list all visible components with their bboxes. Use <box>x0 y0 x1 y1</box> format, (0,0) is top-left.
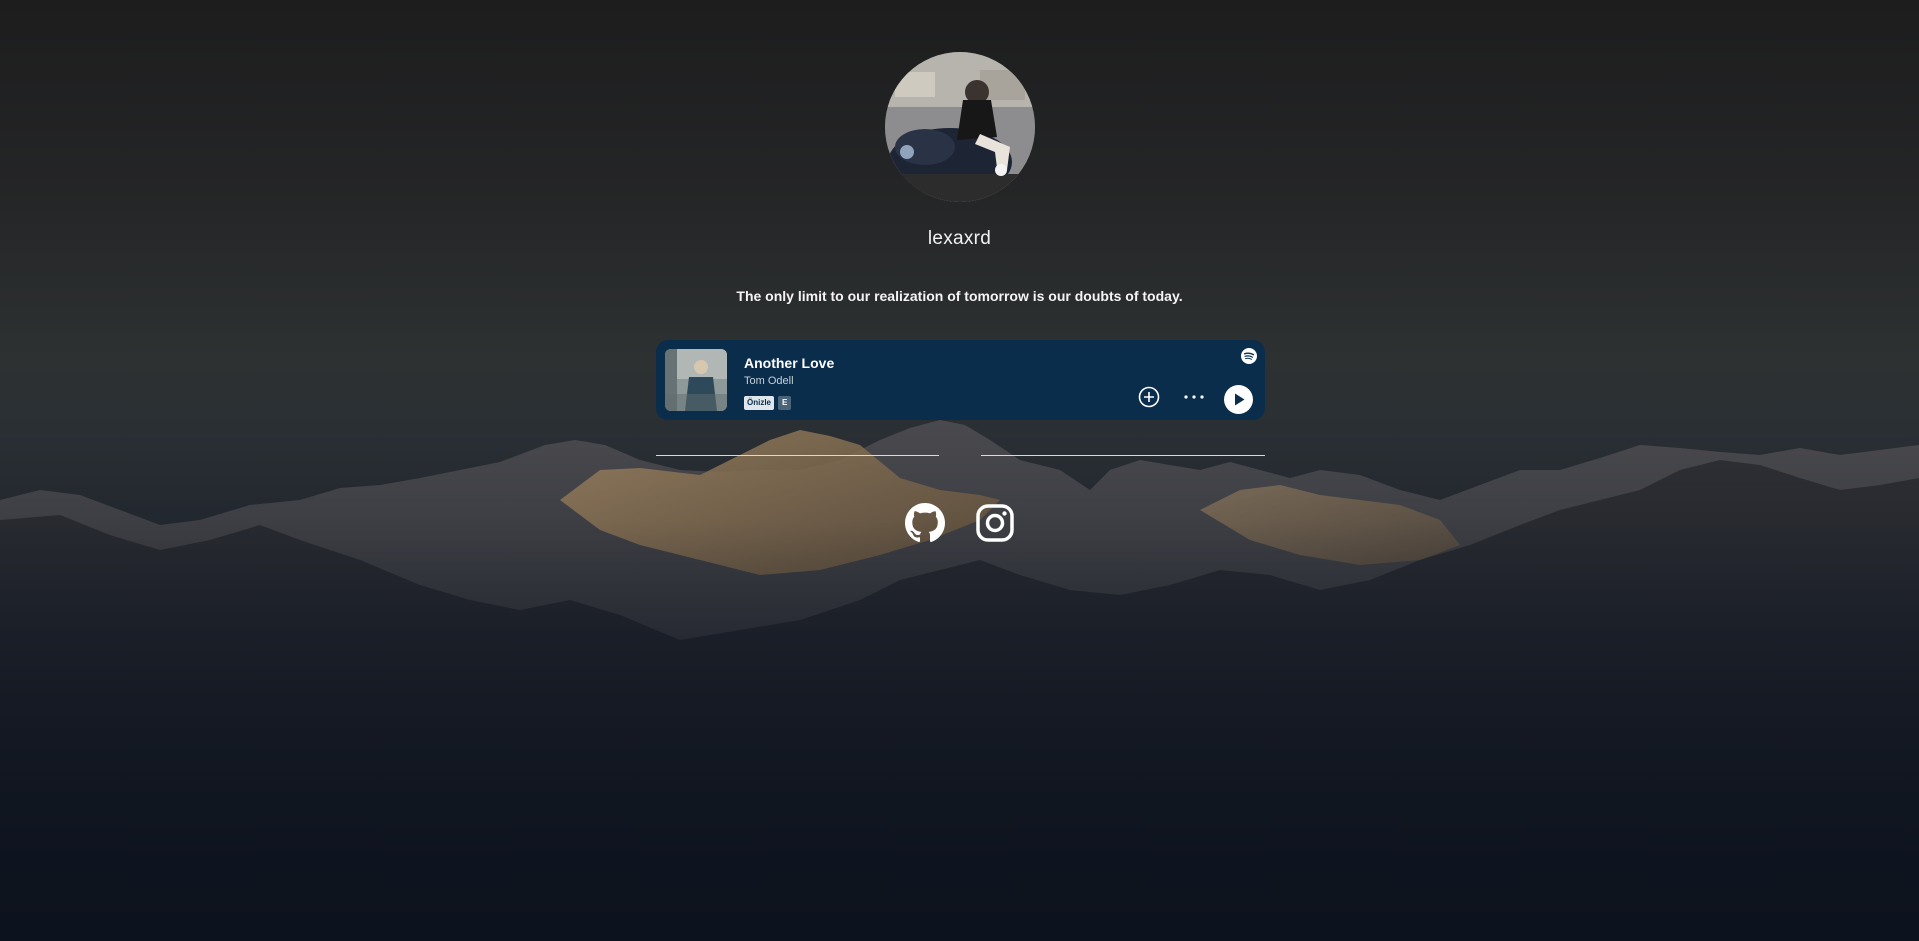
track-badges: Önizle E <box>744 396 792 410</box>
username: lexaxrd <box>927 228 992 249</box>
page-background: lexaxrd The only limit to our realizatio… <box>0 0 1919 941</box>
spotify-player[interactable]: Another Love Tom Odell Önizle E <box>656 340 1265 420</box>
profile-photo <box>885 52 1035 202</box>
instagram-icon <box>976 504 1014 542</box>
track-title[interactable]: Another Love <box>744 355 834 371</box>
divider-left <box>656 455 939 456</box>
profile-quote: The only limit to our realization of tom… <box>736 288 1183 304</box>
play-icon <box>1235 393 1245 406</box>
album-cover-art <box>665 349 727 411</box>
instagram-link[interactable] <box>975 503 1015 543</box>
add-to-library-icon[interactable] <box>1138 386 1160 408</box>
preview-badge: Önizle <box>744 396 775 410</box>
track-artist[interactable]: Tom Odell <box>744 375 794 387</box>
avatar <box>885 52 1035 202</box>
github-icon <box>905 503 945 543</box>
social-links <box>905 503 1015 543</box>
divider-right <box>981 455 1265 456</box>
github-link[interactable] <box>905 503 945 543</box>
explicit-badge: E <box>778 396 792 410</box>
more-options-icon[interactable] <box>1182 389 1206 405</box>
album-cover[interactable] <box>665 349 727 411</box>
spotify-icon[interactable] <box>1241 348 1257 364</box>
play-button[interactable] <box>1224 385 1253 414</box>
